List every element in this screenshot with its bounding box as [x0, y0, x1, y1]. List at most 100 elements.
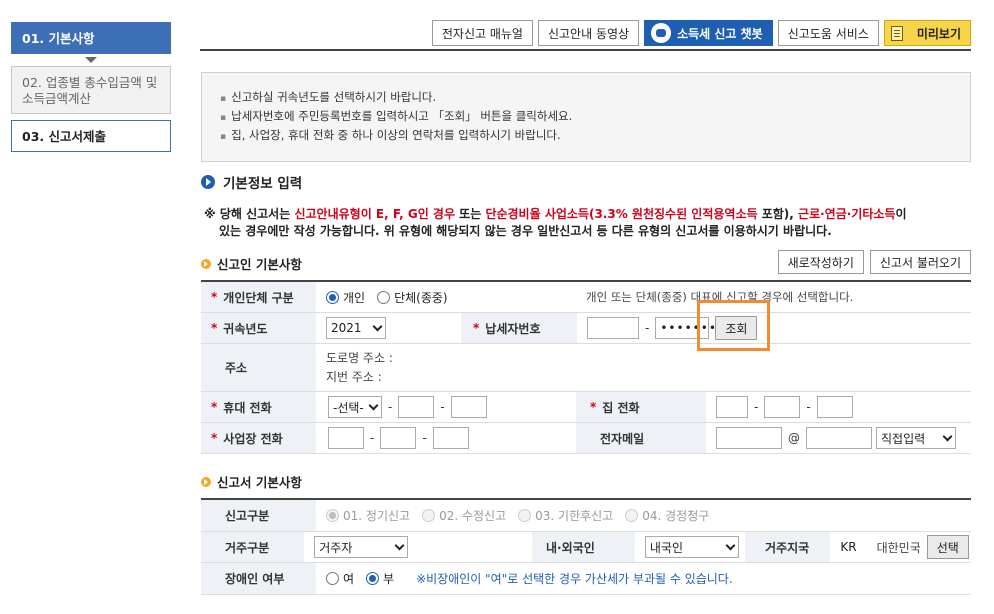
nation-label: 내·외국인	[532, 532, 635, 562]
region-select-button[interactable]: 선택	[926, 535, 969, 559]
biz-phone-label: * 사업장 전화	[201, 423, 316, 453]
home-mid-input[interactable]	[764, 396, 801, 418]
type-label: * 개인단체 구분	[201, 282, 316, 312]
new-write-button[interactable]: 새로작성하기	[777, 250, 864, 274]
warning-line2: 있는 경우에만 작성 가능합니다. 위 유형에 해당되지 않는 경우 일반신고서…	[219, 224, 832, 238]
notice-item: 집, 사업장, 휴대 전화 중 하나 이상의 연락처를 입력하시기 바랍니다.	[220, 127, 970, 146]
label-text: 장애인 여부	[225, 572, 285, 586]
dash: -	[388, 400, 393, 414]
type-group-radio[interactable]: 단체(종중)	[377, 289, 448, 306]
label-text: 집 전화	[602, 400, 640, 415]
mobile-prefix-select[interactable]: -선택-	[328, 396, 382, 418]
label-text: 거주지국	[765, 540, 810, 555]
warning-part: 이	[895, 207, 907, 221]
notice-box: 신고하실 귀속년도를 선택하시기 바랍니다. 납세자번호에 주민등록번호를 입력…	[201, 72, 971, 162]
region-name: 대한민국	[876, 540, 921, 555]
section-title: 기본정보 입력	[201, 172, 302, 192]
kind-correction-radio[interactable]: 04. 경정청구	[625, 507, 709, 524]
taxid-first-input[interactable]	[587, 317, 639, 339]
disabled-note: ※비장애인이 "여"로 선택한 경우 가산세가 부과될 수 있습니다.	[416, 572, 733, 586]
step-label: 03. 신고서제출	[22, 129, 106, 144]
chatbot-icon	[651, 23, 672, 43]
warning-red: 신고안내유형이 E, F, G인 경우	[294, 207, 455, 221]
kind-regular-radio[interactable]: 01. 정기신고	[326, 507, 410, 524]
step-arrow-icon	[85, 57, 97, 63]
home-last-input[interactable]	[816, 396, 853, 418]
manual-button[interactable]: 전자신고 매뉴얼	[431, 20, 533, 46]
select-value: 2021	[331, 321, 362, 335]
nation-select[interactable]: 내국인	[644, 536, 739, 558]
label-text: 사업장 전화	[223, 431, 283, 446]
radio-label: 여	[343, 572, 355, 586]
email-domain-select[interactable]: 직접입력	[876, 427, 956, 449]
bullet-icon	[201, 476, 211, 487]
step-income-calc[interactable]: 02. 업종별 총수입금액 및 소득금액계산	[11, 66, 171, 114]
taxid-label: * 납세자번호	[461, 313, 577, 343]
radio-icon	[326, 572, 339, 585]
warning-part: 포함),	[757, 207, 799, 221]
radio-label: 03. 기한후신고	[535, 509, 614, 523]
resident-select[interactable]: 거주자	[314, 536, 409, 558]
dash: -	[645, 321, 650, 335]
lookup-highlight	[697, 300, 770, 351]
chatbot-button[interactable]: 소득세 신고 챗봇	[644, 20, 773, 46]
warning-part: ※ 당해 신고서는	[204, 207, 295, 221]
chevron-down-icon	[725, 540, 736, 550]
addr-label: 주소	[201, 344, 316, 391]
step-navigation: 01. 기본사항 02. 업종별 총수입금액 및 소득금액계산 03. 신고서제…	[11, 22, 171, 152]
dash: -	[806, 400, 811, 414]
biz-first-input[interactable]	[328, 427, 364, 449]
step-submit[interactable]: 03. 신고서제출	[11, 120, 171, 152]
disabled-yes-radio[interactable]: 여	[326, 570, 354, 587]
select-value: 거주자	[319, 540, 353, 555]
biz-mid-input[interactable]	[380, 427, 417, 449]
video-button[interactable]: 신고안내 동영상	[537, 20, 640, 46]
notice-item: 신고하실 귀속년도를 선택하시기 바랍니다.	[220, 89, 970, 108]
label-text: 휴대 전화	[223, 400, 272, 415]
step-label: 02. 업종별 총수입금액 및 소득금액계산	[22, 75, 158, 106]
circle-arrow-icon	[201, 175, 215, 189]
email-id-input[interactable]	[716, 427, 782, 449]
biz-last-input[interactable]	[432, 427, 469, 449]
load-report-button[interactable]: 신고서 불러오기	[869, 250, 971, 274]
radio-icon	[422, 509, 436, 522]
year-label: * 귀속년도	[201, 313, 316, 343]
reporter-title: 신고인 기본사항	[201, 254, 302, 273]
bullet-icon	[201, 258, 211, 269]
reporter-form: * 개인단체 구분 개인 단체(종중) 개인 또는 단체(종중) 대표에 신고할 …	[201, 280, 971, 454]
type-personal-radio[interactable]: 개인	[326, 289, 365, 306]
chevron-down-icon	[394, 540, 405, 550]
select-value: 내국인	[649, 540, 683, 555]
document-icon	[890, 25, 903, 41]
road-address: 도로명 주소 :	[326, 350, 393, 365]
kind-label: 신고구분	[201, 500, 316, 531]
warning-red: 근로·연금·기타소득	[798, 207, 896, 221]
preview-button[interactable]: 미리보기	[883, 20, 971, 46]
email-label: 전자메일	[576, 423, 706, 453]
dash: -	[422, 431, 427, 445]
disabled-label: 장애인 여부	[201, 563, 316, 594]
report-title: 신고서 기본사항	[201, 472, 302, 491]
help-service-button[interactable]: 신고도움 서비스	[777, 20, 879, 46]
warning-red: 단순경비율 사업소득(3.3% 원천징수된 인적용역소득	[485, 207, 758, 221]
mobile-last-input[interactable]	[450, 396, 487, 418]
step-basic-info[interactable]: 01. 기본사항	[11, 22, 171, 54]
mobile-mid-input[interactable]	[398, 396, 435, 418]
label-text: 개인단체 구분	[223, 290, 294, 305]
radio-icon	[366, 572, 380, 585]
chevron-down-icon	[942, 431, 953, 441]
kind-late-radio[interactable]: 03. 기한후신고	[518, 507, 613, 524]
radio-label: 단체(종중)	[394, 290, 448, 305]
radio-label: 04. 경정청구	[642, 509, 710, 523]
preview-label: 미리보기	[916, 26, 961, 41]
label-text: 내·외국인	[546, 540, 595, 555]
year-select[interactable]: 2021	[326, 317, 386, 339]
email-domain-input[interactable]	[806, 427, 872, 449]
radio-icon	[326, 509, 339, 522]
disabled-no-radio[interactable]: 부	[366, 570, 394, 587]
chevron-down-icon	[372, 321, 383, 331]
kind-amend-radio[interactable]: 02. 수정신고	[422, 507, 506, 524]
dash: -	[754, 400, 759, 414]
home-first-input[interactable]	[716, 396, 748, 418]
home-label: * 집 전화	[576, 392, 706, 422]
